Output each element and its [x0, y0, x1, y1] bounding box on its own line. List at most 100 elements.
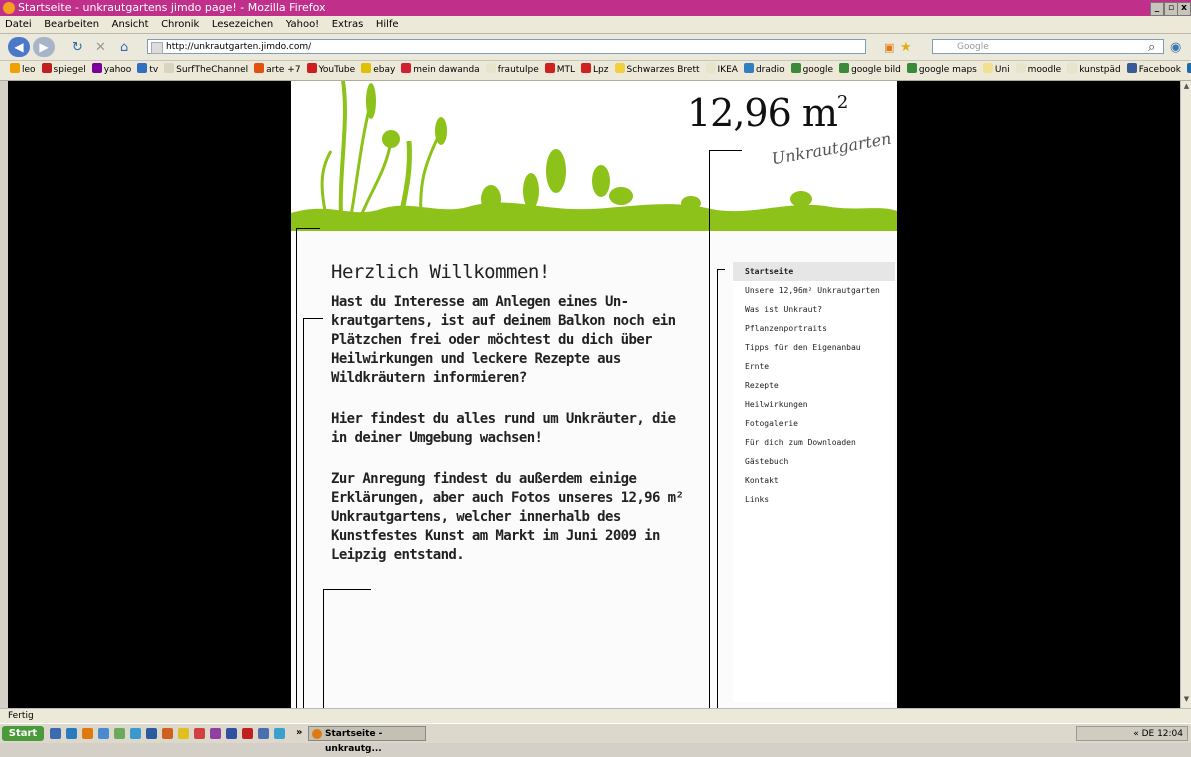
bookmark-label: SurfTheChannel — [176, 65, 249, 75]
maximize-button[interactable]: ▫ — [1164, 2, 1178, 16]
bookmark-item[interactable]: boesner — [1187, 61, 1191, 80]
quicklaunch-acrobat-icon[interactable] — [242, 728, 253, 739]
quicklaunch-app-icon[interactable] — [194, 728, 205, 739]
rss-icon[interactable]: ▣ — [884, 41, 894, 54]
addon-icon[interactable]: ◉ — [1170, 40, 1181, 55]
bookmark-item[interactable]: YouTube — [306, 61, 355, 80]
nav-item[interactable]: Rezepte — [733, 376, 895, 395]
taskbar-item-firefox[interactable]: Startseite - unkrautg... — [308, 726, 426, 754]
quicklaunch-photoshop-icon[interactable] — [226, 728, 237, 739]
logo-area-value: 12,96 m — [687, 91, 838, 135]
url-bar[interactable]: http://unkrautgarten.jimdo.com/ — [147, 39, 866, 54]
nav-item[interactable]: Für dich zum Downloaden — [733, 433, 895, 452]
nav-item[interactable]: Was ist Unkraut? — [733, 300, 895, 319]
bookmark-item[interactable]: Facebook — [1126, 61, 1181, 80]
bookmark-item[interactable]: tv — [137, 61, 158, 80]
forward-button[interactable]: ▶ — [33, 37, 55, 57]
quicklaunch-word-icon[interactable] — [146, 728, 157, 739]
bookmark-item[interactable]: kunstpäd — [1067, 61, 1121, 80]
menu-yahoo[interactable]: Yahoo! — [286, 16, 319, 33]
scroll-down-icon[interactable]: ▼ — [1182, 695, 1191, 705]
bookmark-icon — [544, 63, 555, 73]
back-button[interactable]: ◀ — [8, 37, 30, 57]
bookmark-icon — [485, 63, 496, 73]
bookmark-icon — [401, 63, 412, 73]
bookmark-label: spiegel — [53, 65, 86, 75]
bookmark-item[interactable]: ebay — [361, 61, 395, 80]
quicklaunch-explorer-icon[interactable] — [66, 728, 77, 739]
bookmark-item[interactable]: SurfTheChannel — [164, 61, 248, 80]
bookmark-icon — [1015, 63, 1026, 73]
nav-item[interactable]: Kontakt — [733, 471, 895, 490]
nav-item[interactable]: Fotogalerie — [733, 414, 895, 433]
quicklaunch-app2-icon[interactable] — [210, 728, 221, 739]
bookmark-icon — [1187, 63, 1191, 73]
search-icon[interactable]: ⌕ — [1148, 40, 1155, 55]
start-button[interactable]: Start — [2, 726, 44, 741]
bookmark-icon — [91, 63, 102, 73]
bookmark-item[interactable]: Lpz — [581, 61, 609, 80]
bookmark-item[interactable]: spiegel — [41, 61, 86, 80]
nav-item[interactable]: Tipps für den Eigenanbau — [733, 338, 895, 357]
bookmark-item[interactable]: dradio — [743, 61, 785, 80]
vertical-scrollbar[interactable]: ▲ ▼ — [1180, 81, 1191, 708]
nav-item[interactable]: Links — [733, 490, 895, 509]
bookmark-label: google maps — [918, 65, 977, 75]
close-button[interactable]: x — [1177, 2, 1191, 16]
system-tray[interactable]: « DE 12:04 — [1076, 726, 1188, 741]
nav-item[interactable]: Unsere 12,96m² Unkrautgarten — [733, 281, 895, 300]
bookmark-star-icon[interactable]: ★ — [900, 40, 912, 55]
bookmark-item[interactable]: google bild — [839, 61, 901, 80]
menu-bearbeiten[interactable]: Bearbeiten — [44, 16, 99, 33]
bookmark-item[interactable]: leo — [10, 61, 36, 80]
bookmark-item[interactable]: IKEA — [705, 61, 738, 80]
site-header: 12,96 m2 Unkrautgarten — [291, 81, 897, 231]
nav-item[interactable]: Pflanzenportraits — [733, 319, 895, 338]
bookmark-item[interactable]: google maps — [906, 61, 977, 80]
bookmark-icon — [614, 63, 625, 73]
nav-item[interactable]: Ernte — [733, 357, 895, 376]
bookmark-label: Schwarzes Brett — [626, 65, 700, 75]
quicklaunch-folder-icon[interactable] — [178, 728, 189, 739]
quicklaunch-ie-icon[interactable] — [98, 728, 109, 739]
nav-item[interactable]: Heilwirkungen — [733, 395, 895, 414]
bookmark-item[interactable]: MTL — [544, 61, 575, 80]
bookmarks-toolbar: leo spiegel yahoo tv SurfTheChannel arte +7 Yo… — [0, 61, 1191, 81]
nav-item[interactable]: Gästebuch — [733, 452, 895, 471]
quicklaunch-desktop-icon[interactable] — [50, 728, 61, 739]
menu-ansicht[interactable]: Ansicht — [112, 16, 149, 33]
quicklaunch-app4-icon[interactable] — [274, 728, 285, 739]
bookmark-item[interactable]: moodle — [1015, 61, 1061, 80]
search-input[interactable]: Google — [932, 39, 1164, 54]
bookmark-label: google bild — [851, 65, 901, 75]
bookmark-icon — [743, 63, 754, 73]
quicklaunch-app3-icon[interactable] — [258, 728, 269, 739]
menu-chronik[interactable]: Chronik — [161, 16, 199, 33]
site-navigation: Startseite Unsere 12,96m² Unkrautgarten Wa… — [733, 262, 895, 702]
intro-paragraph: Hier findest du alles rund um Unkräuter,… — [331, 411, 676, 446]
site-page: 12,96 m2 Unkrautgarten Herzlich Willkomm… — [291, 81, 897, 708]
menu-datei[interactable]: Datei — [5, 16, 32, 33]
quicklaunch-media-icon[interactable] — [114, 728, 125, 739]
menu-extras[interactable]: Extras — [332, 16, 364, 33]
quicklaunch-firefox-icon[interactable] — [82, 728, 93, 739]
minimize-button[interactable]: _ — [1150, 2, 1164, 16]
window-title-bar[interactable]: Startseite - unkrautgartens jimdo page! … — [0, 0, 1191, 16]
bookmark-item[interactable]: mein dawanda — [401, 61, 480, 80]
reload-icon[interactable]: ↻ — [72, 40, 83, 55]
bookmark-item[interactable]: yahoo — [91, 61, 131, 80]
menu-lesezeichen[interactable]: Lesezeichen — [212, 16, 273, 33]
stop-icon[interactable]: ✕ — [95, 40, 106, 55]
menu-hilfe[interactable]: Hilfe — [376, 16, 399, 33]
home-icon[interactable]: ⌂ — [120, 40, 128, 55]
scroll-up-icon[interactable]: ▲ — [1182, 82, 1191, 92]
nav-item[interactable]: Startseite — [733, 262, 895, 281]
quicklaunch-powerpoint-icon[interactable] — [162, 728, 173, 739]
bookmark-item[interactable]: google — [790, 61, 833, 80]
quicklaunch-skype-icon[interactable] — [130, 728, 141, 739]
bookmark-item[interactable]: Schwarzes Brett — [614, 61, 700, 80]
quicklaunch-more-button[interactable]: » — [296, 727, 302, 738]
bookmark-item[interactable]: frautulpe — [485, 61, 539, 80]
bookmark-item[interactable]: Uni — [982, 61, 1010, 80]
bookmark-item[interactable]: arte +7 — [254, 61, 301, 80]
